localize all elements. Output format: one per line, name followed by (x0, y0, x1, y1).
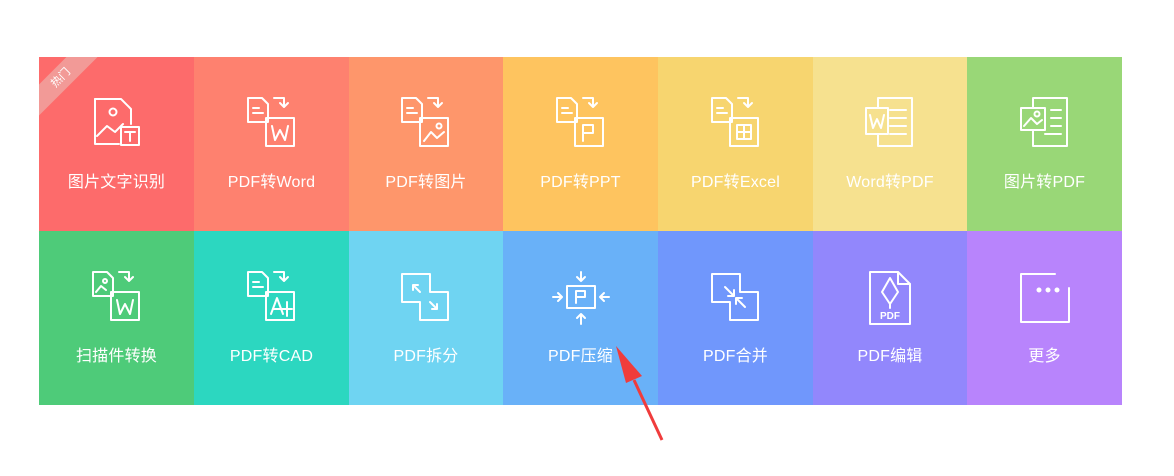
tile-label: PDF转图片 (385, 174, 467, 191)
tile-label: Word转PDF (846, 174, 934, 191)
image-to-pdf-icon (1015, 94, 1075, 154)
tile-more[interactable]: 更多 (967, 231, 1122, 405)
tile-label: PDF拆分 (393, 348, 459, 365)
tile-label: 更多 (1028, 348, 1061, 365)
tile-label: PDF转CAD (229, 348, 314, 365)
pdf-to-excel-icon (706, 94, 766, 154)
svg-text:PDF: PDF (880, 311, 900, 322)
tile-label: 扫描件转换 (75, 348, 157, 365)
pdf-to-ppt-icon (551, 94, 611, 154)
tile-pdf-to-image[interactable]: PDF转图片 (349, 57, 503, 231)
more-icon (1015, 268, 1075, 328)
tile-pdf-edit[interactable]: PDF PDF编辑 (813, 231, 967, 405)
pdf-merge-icon (706, 268, 766, 328)
tile-scan-convert[interactable]: 扫描件转换 (39, 231, 194, 405)
tile-label: PDF转PPT (540, 174, 621, 191)
pdf-edit-icon: PDF (860, 268, 920, 328)
tile-label: PDF压缩 (547, 348, 613, 365)
tile-pdf-to-ppt[interactable]: PDF转PPT (503, 57, 658, 231)
tile-image-text-ocr[interactable]: 热门 图片文字识别 (39, 57, 194, 231)
tile-label: 图片转PDF (1003, 174, 1086, 191)
pdf-to-cad-icon (242, 268, 302, 328)
tile-label: PDF转Word (227, 174, 316, 191)
tile-label: PDF转Excel (691, 174, 780, 191)
tile-label: PDF合并 (702, 348, 768, 365)
pdf-split-icon (396, 268, 456, 328)
tile-pdf-to-cad[interactable]: PDF转CAD (194, 231, 349, 405)
tile-image-to-pdf[interactable]: 图片转PDF (967, 57, 1122, 231)
scan-convert-icon (87, 268, 147, 328)
tile-label: 图片文字识别 (67, 174, 166, 191)
tile-pdf-split[interactable]: PDF拆分 (349, 231, 503, 405)
tile-pdf-compress[interactable]: PDF压缩 (503, 231, 658, 405)
tool-grid: 热门 图片文字识别 PDF转Word PDF转图片 PDF转PPT PDF转Ex… (39, 57, 1122, 405)
pdf-to-image-icon (396, 94, 456, 154)
tile-word-to-pdf[interactable]: Word转PDF (813, 57, 967, 231)
pdf-to-word-icon (242, 94, 302, 154)
tile-label: PDF编辑 (857, 348, 923, 365)
image-text-ocr-icon (87, 94, 147, 154)
tile-pdf-to-excel[interactable]: PDF转Excel (658, 57, 813, 231)
tile-pdf-merge[interactable]: PDF合并 (658, 231, 813, 405)
word-to-pdf-icon (860, 94, 920, 154)
pdf-compress-icon (551, 268, 611, 328)
tile-pdf-to-word[interactable]: PDF转Word (194, 57, 349, 231)
